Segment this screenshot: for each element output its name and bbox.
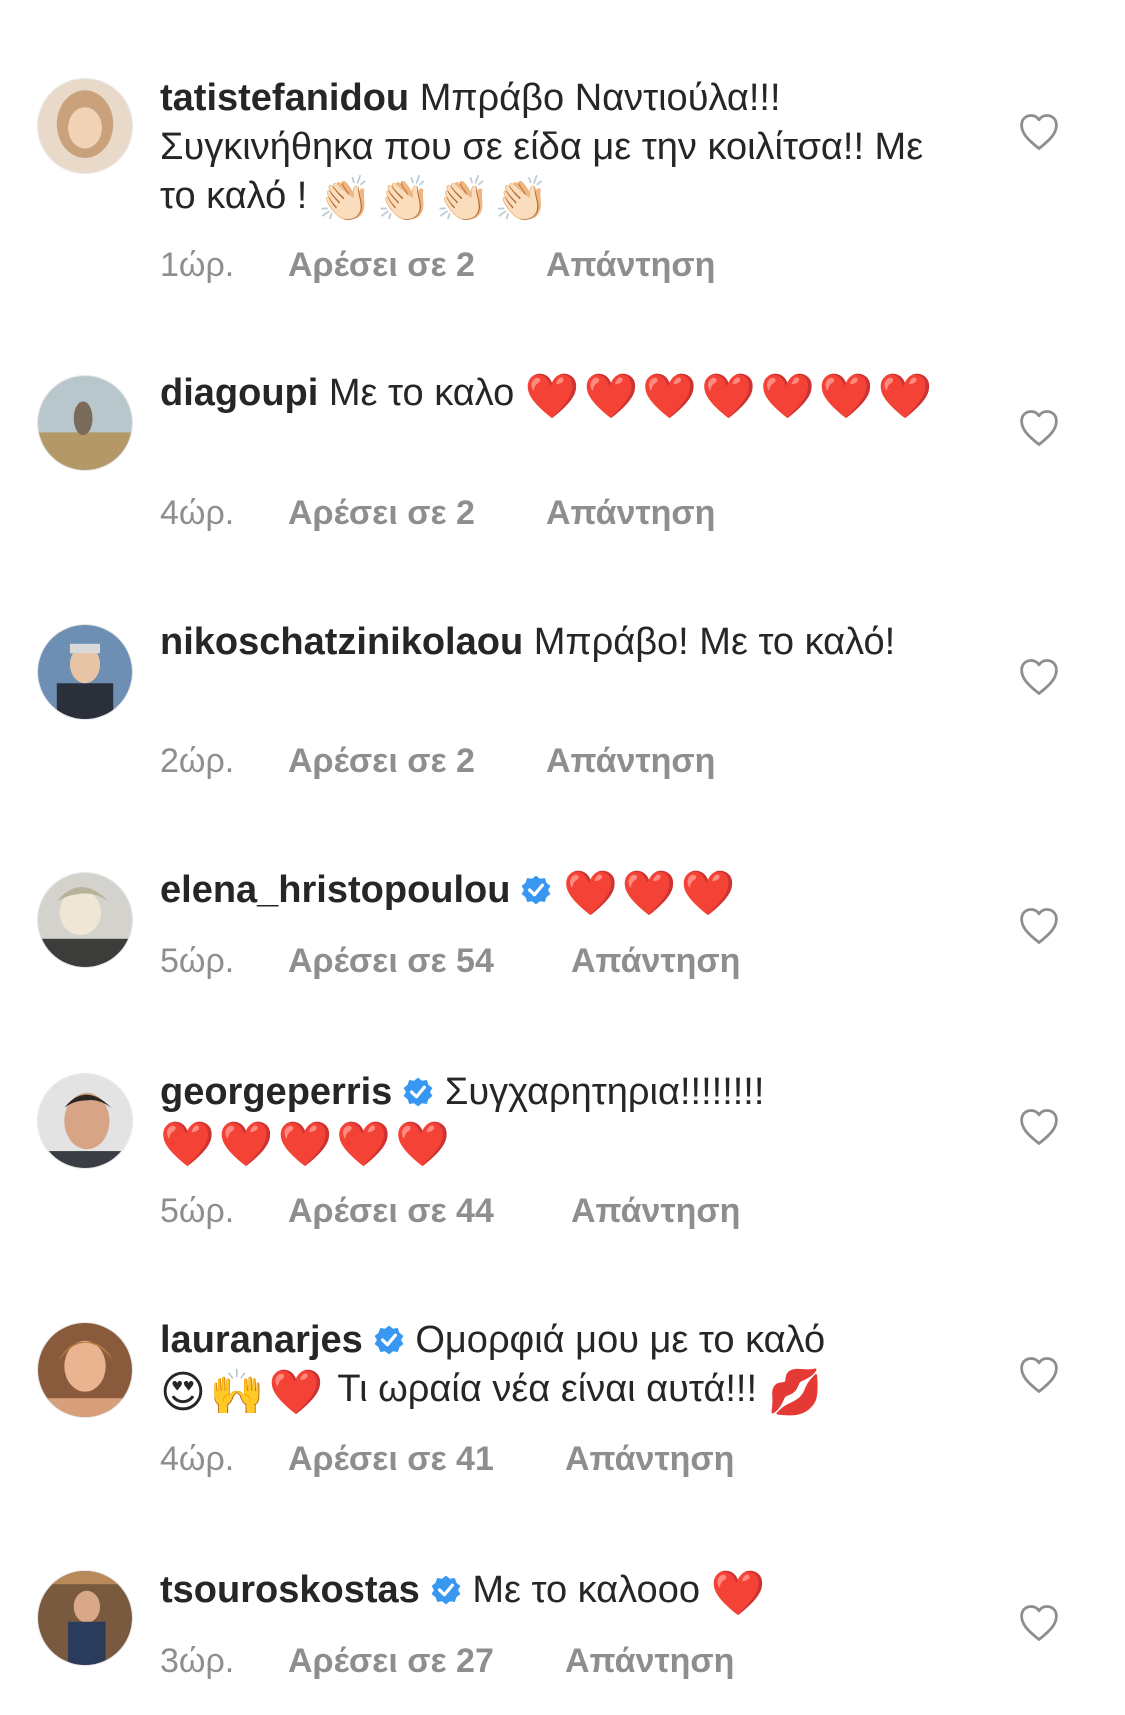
comment-meta: 4ώρ. Αρέσει σε 2 Απάντηση: [160, 494, 715, 533]
heart-outline-icon[interactable]: [1018, 408, 1060, 448]
comment-meta: 5ώρ. Αρέσει σε 54 Απάντηση: [160, 942, 740, 981]
emoji-hearts: ❤️❤️❤️❤️❤️❤️❤️: [524, 372, 937, 421]
comment-username[interactable]: tsouroskostas: [160, 1569, 420, 1611]
comment-time: 5ώρ.: [160, 1192, 235, 1230]
emoji-hearts: ❤️❤️❤️❤️❤️: [160, 1120, 454, 1169]
heart-outline-icon[interactable]: [1018, 1355, 1060, 1395]
comment-username[interactable]: elena_hristopoulou: [160, 869, 510, 911]
comment-likes[interactable]: Αρέσει σε 2: [288, 246, 546, 285]
avatar[interactable]: [37, 624, 133, 720]
comment-meta: 2ώρ. Αρέσει σε 2 Απάντηση: [160, 742, 715, 781]
heart-outline-icon[interactable]: [1018, 1107, 1060, 1147]
avatar[interactable]: [37, 1073, 133, 1169]
comment-text: Με το καλο: [328, 372, 515, 414]
avatar[interactable]: [37, 1570, 133, 1666]
comment-text: Μπράβο! Με το καλό!: [533, 621, 896, 663]
comment-time: 4ώρ.: [160, 1440, 235, 1478]
verified-badge-icon: [373, 1324, 405, 1356]
comment-time: 3ώρ.: [160, 1642, 235, 1680]
comment-text: Συγχαρητηρια!!!!!!!!: [444, 1071, 765, 1113]
heart-outline-icon[interactable]: [1018, 906, 1060, 946]
verified-badge-icon: [520, 874, 552, 906]
comment-username[interactable]: nikoschatzinikolaou: [160, 621, 523, 663]
comment-meta: 1ώρ. Αρέσει σε 2 Απάντηση: [160, 246, 715, 285]
comment-time: 5ώρ.: [160, 942, 235, 980]
comment-body: tatistefanidou Μπράβο Ναντιούλα!!! Συγκι…: [160, 74, 940, 222]
comment-username[interactable]: diagoupi: [160, 372, 318, 414]
comment-likes[interactable]: Αρέσει σε 44: [288, 1192, 571, 1231]
comment-body: tsouroskostas Με το καλοοο ❤️: [160, 1566, 940, 1616]
reply-button[interactable]: Απάντηση: [565, 1440, 734, 1479]
comment-text-2: Τι ωραία νέα είναι αυτά!!!: [337, 1368, 758, 1410]
comment-time: 1ώρ.: [160, 246, 235, 284]
comment-username[interactable]: georgeperris: [160, 1071, 392, 1113]
comment-time: 2ώρ.: [160, 742, 235, 780]
comment-username[interactable]: lauranarjes: [160, 1319, 363, 1361]
reply-button[interactable]: Απάντηση: [546, 494, 715, 533]
emoji-face-hands-heart: 😍🙌❤️: [160, 1368, 328, 1417]
comment-likes[interactable]: Αρέσει σε 27: [288, 1642, 565, 1681]
reply-button[interactable]: Απάντηση: [571, 1192, 740, 1231]
verified-badge-icon: [430, 1574, 462, 1606]
comment-text: Με το καλοοο: [472, 1569, 700, 1611]
comment-text: Ομορφιά μου με το καλό: [415, 1319, 826, 1361]
reply-button[interactable]: Απάντηση: [571, 942, 740, 981]
comment-username[interactable]: tatistefanidou: [160, 77, 409, 119]
emoji-hearts: ❤️: [710, 1569, 770, 1618]
comment-meta: 4ώρ. Αρέσει σε 41 Απάντηση: [160, 1440, 734, 1479]
comment-likes[interactable]: Αρέσει σε 41: [288, 1440, 565, 1479]
comment-body: diagoupi Με το καλο ❤️❤️❤️❤️❤️❤️❤️: [160, 369, 940, 419]
comment-likes[interactable]: Αρέσει σε 2: [288, 494, 546, 533]
reply-button[interactable]: Απάντηση: [546, 246, 715, 285]
reply-button[interactable]: Απάντηση: [546, 742, 715, 781]
heart-outline-icon[interactable]: [1018, 657, 1060, 697]
comment-meta: 5ώρ. Αρέσει σε 44 Απάντηση: [160, 1192, 740, 1231]
emoji-hearts: ❤️❤️❤️: [563, 869, 740, 918]
comment-meta: 3ώρ. Αρέσει σε 27 Απάντηση: [160, 1642, 734, 1681]
comment-body: georgeperris Συγχαρητηρια!!!!!!!! ❤️❤️❤️…: [160, 1068, 940, 1167]
comment-likes[interactable]: Αρέσει σε 2: [288, 742, 546, 781]
comment-body: nikoschatzinikolaou Μπράβο! Με το καλό!: [160, 618, 940, 667]
avatar[interactable]: [37, 1322, 133, 1418]
comment-body: lauranarjes Ομορφιά μου με το καλό 😍🙌❤️ …: [160, 1316, 940, 1415]
avatar[interactable]: [37, 375, 133, 471]
avatar[interactable]: [37, 872, 133, 968]
avatar[interactable]: [37, 78, 133, 174]
reply-button[interactable]: Απάντηση: [565, 1642, 734, 1681]
comment-time: 4ώρ.: [160, 494, 235, 532]
comment-body: elena_hristopoulou ❤️❤️❤️: [160, 866, 940, 916]
verified-badge-icon: [402, 1076, 434, 1108]
emoji-kiss: 💋: [767, 1368, 827, 1417]
comment-likes[interactable]: Αρέσει σε 54: [288, 942, 571, 981]
emoji-clap: 👏🏻👏🏻👏🏻👏🏻: [317, 175, 554, 224]
heart-outline-icon[interactable]: [1018, 112, 1060, 152]
heart-outline-icon[interactable]: [1018, 1603, 1060, 1643]
